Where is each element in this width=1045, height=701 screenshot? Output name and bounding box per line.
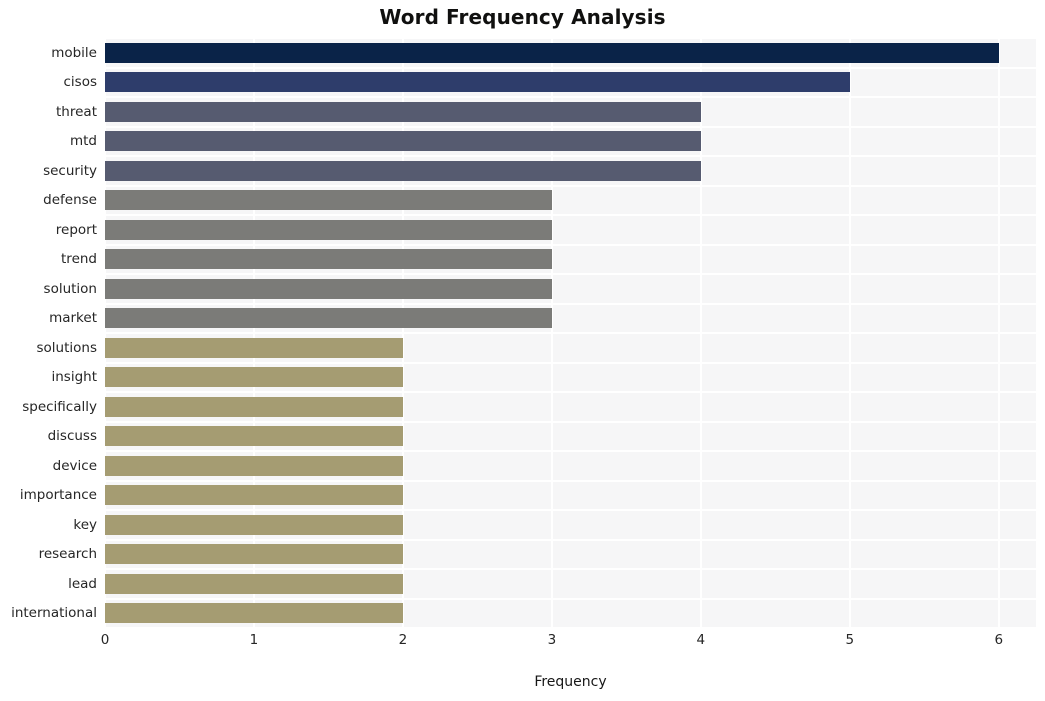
y-gridline (105, 391, 1036, 393)
y-gridline (105, 125, 1036, 128)
bar (105, 337, 403, 358)
bar (105, 367, 403, 388)
bar (105, 101, 701, 122)
y-gridline (105, 214, 1036, 216)
y-axis-tick-label: trend (61, 251, 97, 268)
y-axis-tick-label: security (43, 162, 97, 179)
y-gridline (105, 96, 1036, 98)
bar (105, 72, 850, 93)
bar (105, 278, 552, 299)
x-axis-tick-label: 4 (696, 632, 706, 648)
bar (105, 455, 403, 476)
x-axis-tick-labels: 0 1 2 3 4 5 6 (101, 628, 1036, 652)
y-axis-tick-label: specifically (22, 398, 97, 415)
y-axis-tick-label: solution (43, 280, 97, 297)
y-axis-tick-label: importance (19, 487, 97, 504)
y-gridline (105, 38, 1036, 39)
y-axis-tick-label: mobile (51, 44, 97, 61)
y-gridline (105, 155, 1036, 157)
bar (105, 249, 552, 270)
bar (105, 131, 701, 152)
y-axis-tick-label: defense (43, 192, 97, 209)
bar (105, 485, 403, 506)
bar (105, 190, 552, 211)
y-axis-tick-label: mtd (69, 133, 97, 150)
x-axis-tick-label: 2 (398, 632, 408, 648)
y-axis-tick-label: international (11, 605, 97, 622)
y-gridline (105, 538, 1036, 541)
y-gridline (105, 243, 1036, 246)
y-axis-tick-label: insight (51, 369, 97, 386)
y-axis-tick-label: threat (56, 103, 97, 120)
bar (105, 514, 403, 535)
y-axis-tick-label: discuss (47, 428, 97, 445)
y-axis-tick-label: research (38, 546, 97, 563)
bar (105, 308, 552, 329)
bar (105, 42, 999, 63)
y-gridline (105, 568, 1036, 570)
x-axis-tick-label: 3 (547, 632, 557, 648)
y-gridline (105, 479, 1036, 482)
y-axis-tick-label: report (55, 221, 97, 238)
bar (105, 544, 403, 565)
y-gridline (105, 332, 1036, 334)
x-axis-tick-label: 0 (100, 632, 110, 648)
plot-area (105, 38, 1036, 628)
y-gridline (105, 302, 1036, 305)
x-axis-tick-label: 6 (994, 632, 1004, 648)
y-gridline (105, 509, 1036, 511)
y-gridline (105, 184, 1036, 187)
bar (105, 573, 403, 594)
x-axis-tick-label: 1 (249, 632, 259, 648)
y-axis-tick-label: device (52, 457, 97, 474)
y-axis-tick-label: solutions (36, 339, 98, 356)
bar (105, 160, 701, 181)
x-axis-tick-label: 5 (845, 632, 855, 648)
y-gridline (105, 361, 1036, 364)
word-frequency-chart: Word Frequency Analysis mobile cisos threa… (0, 0, 1045, 701)
y-gridline (105, 273, 1036, 275)
x-axis-label: Frequency (534, 674, 607, 690)
y-gridline (105, 420, 1036, 423)
y-gridline (105, 450, 1036, 452)
chart-title: Word Frequency Analysis (379, 5, 666, 29)
y-axis-tick-label: market (49, 310, 97, 327)
bar (105, 603, 403, 624)
y-axis-tick-labels: mobile cisos threat mtd security defense repor… (0, 38, 105, 628)
bar (105, 426, 403, 447)
y-axis-tick-label: cisos (63, 74, 98, 91)
y-gridline (105, 66, 1036, 69)
bar (105, 219, 552, 240)
y-gridline (105, 597, 1036, 600)
y-axis-tick-label: key (73, 516, 97, 533)
y-axis-tick-label: lead (68, 575, 97, 592)
bar (105, 396, 403, 417)
